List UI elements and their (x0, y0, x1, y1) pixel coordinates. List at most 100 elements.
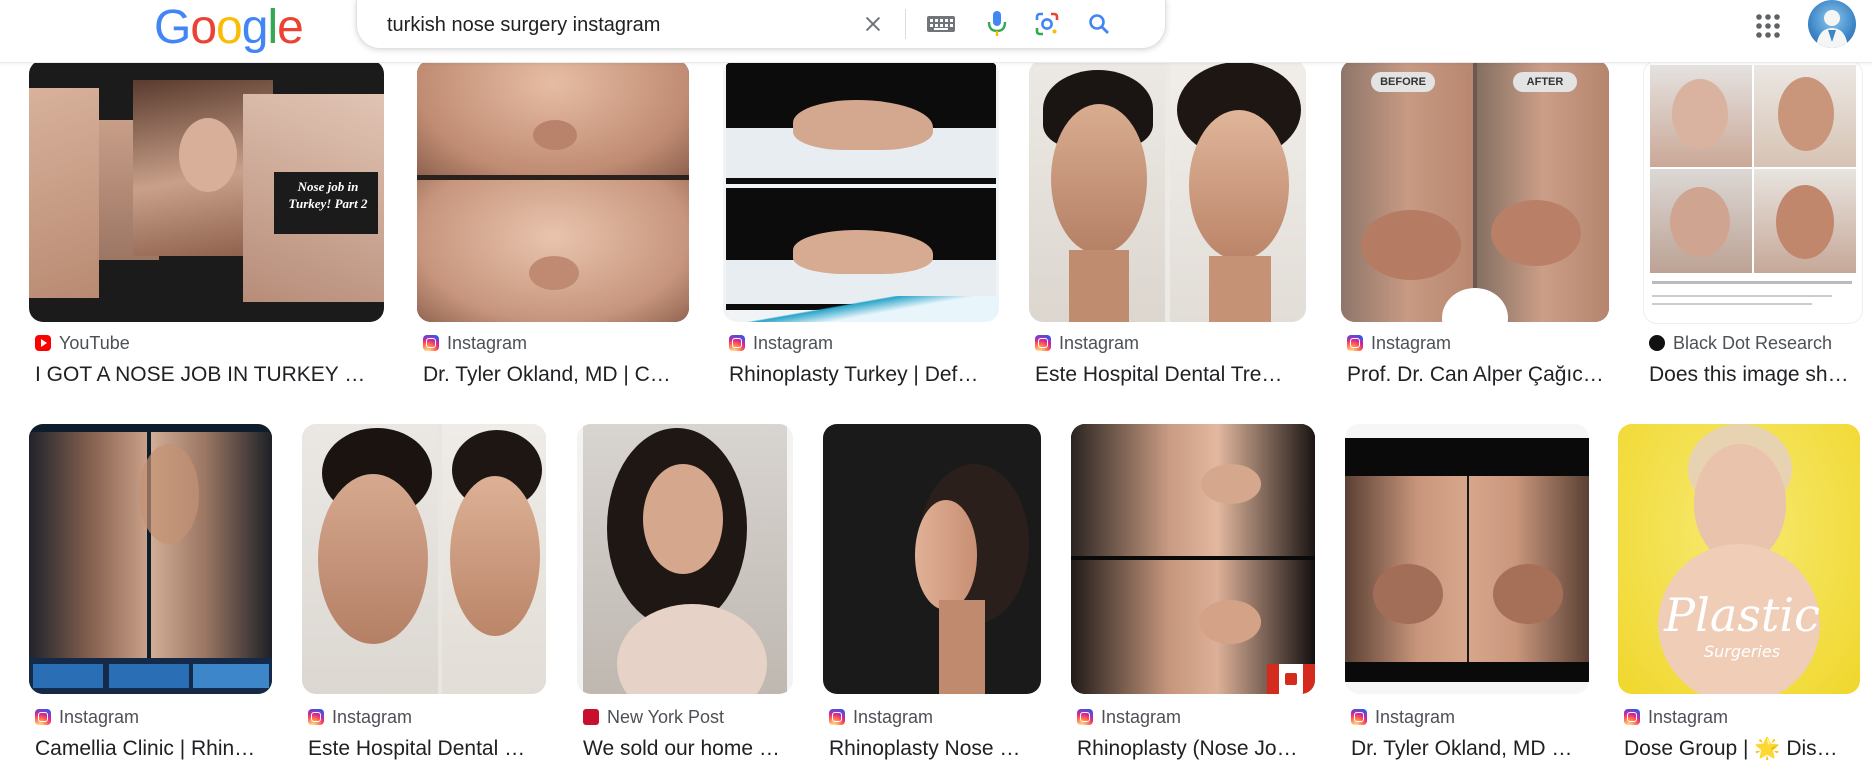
instagram-icon (1035, 335, 1051, 351)
result-title[interactable]: Dr. Tyler Okland, MD | C… (423, 363, 687, 387)
result-source[interactable]: Instagram (1347, 332, 1451, 354)
google-lens-icon[interactable] (1029, 6, 1065, 42)
search-icon[interactable] (1081, 6, 1117, 42)
before-label: BEFORE (1371, 72, 1435, 92)
result-thumbnail[interactable]: Nose job in Turkey! Part 2 (29, 60, 384, 322)
result-thumbnail[interactable] (302, 424, 546, 694)
image-result[interactable]: Instagram Camellia Clinic | Rhin… (29, 424, 273, 764)
image-result[interactable]: Instagram Rhinoplasty Turkey | Def… (723, 60, 1000, 400)
image-result[interactable]: Instagram Rhinoplasty Nose … (823, 424, 1041, 764)
instagram-icon (1351, 709, 1367, 725)
keyboard-icon[interactable] (923, 6, 959, 42)
thumbnail-caption: Nose job in Turkey! Part 2 (288, 179, 368, 211)
source-name: Instagram (1059, 332, 1140, 353)
thumbnail-caption: Surgeries (1703, 642, 1781, 661)
result-source[interactable]: Instagram (35, 706, 139, 728)
instagram-icon (729, 335, 745, 351)
result-title[interactable]: Este Hospital Dental … (308, 737, 544, 761)
logo-letter: o (190, 1, 217, 54)
result-source[interactable]: Instagram (1077, 706, 1181, 728)
result-source[interactable]: Black Dot Research (1649, 332, 1832, 354)
youtube-icon (35, 335, 51, 351)
result-title[interactable]: Este Hospital Dental Tre… (1035, 363, 1305, 387)
source-name: Instagram (59, 706, 140, 727)
result-source[interactable]: Instagram (729, 332, 833, 354)
result-source[interactable]: Instagram (423, 332, 527, 354)
source-name: Instagram (853, 706, 934, 727)
instagram-icon (308, 709, 324, 725)
apps-grid-icon[interactable] (1750, 8, 1786, 44)
search-box[interactable]: turkish nose surgery instagram (356, 0, 1166, 49)
after-label: AFTER (1513, 72, 1577, 92)
result-source[interactable]: Instagram (308, 706, 412, 728)
source-name: Black Dot Research (1673, 332, 1833, 353)
image-result[interactable]: Instagram Este Hospital Dental Tre… (1029, 60, 1307, 400)
source-name: Instagram (332, 706, 413, 727)
instagram-icon (1624, 709, 1640, 725)
result-title[interactable]: Rhinoplasty (Nose Jo… (1077, 737, 1313, 761)
result-thumbnail[interactable] (1643, 60, 1863, 324)
instagram-icon (1077, 709, 1093, 725)
result-source[interactable]: Instagram (1624, 706, 1728, 728)
instagram-icon (1347, 335, 1363, 351)
result-source[interactable]: New York Post (583, 706, 724, 728)
result-source[interactable]: YouTube (35, 332, 130, 354)
result-title[interactable]: Does this image sh… (1649, 363, 1863, 387)
result-title[interactable]: Camellia Clinic | Rhin… (35, 737, 271, 761)
source-name: YouTube (59, 332, 130, 353)
result-thumbnail[interactable] (577, 424, 793, 694)
result-thumbnail[interactable]: Plastic Surgeries (1618, 424, 1860, 694)
result-thumbnail[interactable] (823, 424, 1041, 694)
image-result[interactable]: Plastic Surgeries Instagram Dose Group |… (1618, 424, 1872, 764)
result-thumbnail[interactable] (1345, 424, 1589, 694)
logo-letter: l (267, 1, 278, 54)
instagram-icon (35, 709, 51, 725)
new-york-post-icon (583, 709, 599, 725)
source-name: Instagram (753, 332, 834, 353)
logo-letter: G (154, 1, 191, 54)
result-thumbnail[interactable] (723, 60, 999, 322)
logo-letter: e (277, 1, 304, 54)
instagram-icon (829, 709, 845, 725)
result-thumbnail[interactable] (417, 60, 689, 322)
source-name: Instagram (1101, 706, 1182, 727)
source-name: Instagram (447, 332, 528, 353)
result-thumbnail[interactable] (1029, 60, 1306, 322)
result-title[interactable]: I GOT A NOSE JOB IN TURKEY … (35, 363, 379, 387)
source-name: New York Post (607, 706, 725, 727)
result-title[interactable]: Dose Group | 🌟 Dis… (1624, 737, 1862, 761)
result-title[interactable]: We sold our home … (583, 737, 791, 761)
logo-letter: o (216, 1, 243, 54)
source-name: Instagram (1375, 706, 1456, 727)
account-avatar[interactable] (1808, 0, 1856, 48)
result-thumbnail[interactable] (29, 424, 272, 694)
image-result[interactable]: Instagram Rhinoplasty (Nose Jo… (1071, 424, 1315, 764)
image-result[interactable]: Instagram Dr. Tyler Okland, MD | C… (417, 60, 689, 400)
image-result[interactable]: Instagram Dr. Tyler Okland, MD … (1345, 424, 1589, 764)
result-title[interactable]: Prof. Dr. Can Alper Çağıc… (1347, 363, 1615, 387)
image-result[interactable]: Instagram Este Hospital Dental … (302, 424, 546, 764)
source-name: Instagram (1648, 706, 1729, 727)
result-title[interactable]: Rhinoplasty Turkey | Def… (729, 363, 997, 387)
close-icon[interactable] (855, 6, 891, 42)
result-thumbnail[interactable]: BEFORE AFTER (1341, 60, 1609, 322)
result-source[interactable]: Instagram (1035, 332, 1139, 354)
search-input[interactable]: turkish nose surgery instagram (387, 14, 660, 37)
black-dot-icon (1649, 335, 1665, 351)
logo-letter: g (241, 1, 269, 54)
result-thumbnail[interactable] (1071, 424, 1315, 694)
result-title[interactable]: Rhinoplasty Nose … (829, 737, 1039, 761)
google-logo[interactable]: Google (154, 1, 304, 54)
image-result[interactable]: Black Dot Research Does this image sh… (1643, 60, 1872, 400)
microphone-icon[interactable] (979, 6, 1015, 42)
image-result[interactable]: BEFORE AFTER Instagram Prof. Dr. Can Alp… (1341, 60, 1617, 400)
top-bar: Google turkish nose surgery instagram (0, 0, 1872, 63)
source-name: Instagram (1371, 332, 1452, 353)
instagram-icon (423, 335, 439, 351)
result-source[interactable]: Instagram (1351, 706, 1455, 728)
image-result[interactable]: Nose job in Turkey! Part 2 YouTube I GOT… (29, 60, 385, 400)
result-title[interactable]: Dr. Tyler Okland, MD … (1351, 737, 1587, 761)
result-source[interactable]: Instagram (829, 706, 933, 728)
image-result[interactable]: New York Post We sold our home … (577, 424, 793, 764)
search-divider (905, 9, 906, 39)
